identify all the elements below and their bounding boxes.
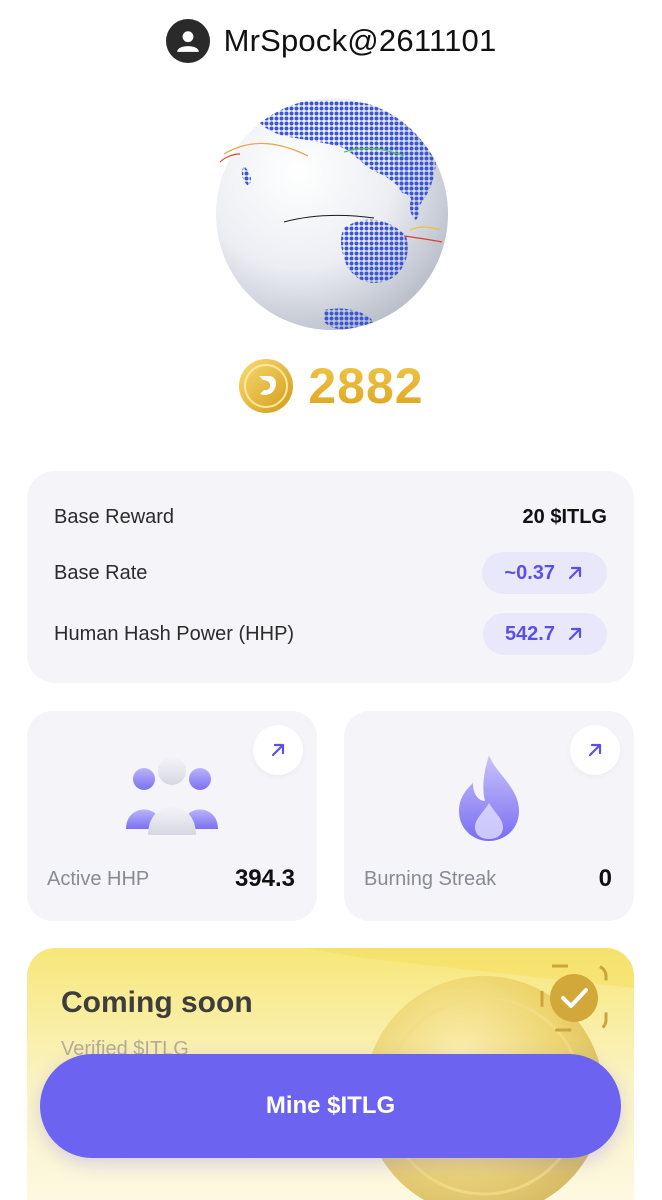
base-rate-label: Base Rate bbox=[54, 561, 148, 584]
coming-soon-title: Coming soon bbox=[61, 986, 253, 1019]
arrow-up-right-icon bbox=[568, 627, 582, 641]
base-reward-value: 20 $ITLG bbox=[522, 505, 607, 528]
mine-button[interactable]: Mine $ITLG bbox=[40, 1054, 621, 1158]
base-rate-pill[interactable]: ~0.37 bbox=[482, 552, 607, 594]
flame-icon bbox=[459, 755, 519, 841]
username: MrSpock@2611101 bbox=[223, 23, 497, 58]
hhp-label: Human Hash Power (HHP) bbox=[54, 622, 295, 645]
active-hhp-card[interactable]: Active HHP 394.3 bbox=[27, 711, 317, 921]
coin-icon bbox=[239, 359, 294, 413]
base-rate-value: ~0.37 bbox=[504, 561, 555, 584]
user-avatar-icon[interactable] bbox=[165, 19, 210, 63]
globe-illustration bbox=[216, 98, 448, 330]
base-reward-row: Base Reward 20 $ITLG bbox=[54, 495, 607, 539]
arrow-up-right-icon bbox=[568, 566, 582, 580]
burning-streak-label: Burning Streak bbox=[364, 868, 497, 890]
balance-value: 2882 bbox=[308, 358, 424, 414]
burning-streak-card[interactable]: Burning Streak 0 bbox=[344, 711, 634, 921]
balance-display: 2882 bbox=[0, 354, 662, 418]
users-icon bbox=[126, 757, 218, 835]
hhp-pill[interactable]: 542.7 bbox=[482, 613, 607, 655]
hhp-row: Human Hash Power (HHP) 542.7 bbox=[54, 612, 607, 656]
base-rate-row: Base Rate ~0.37 bbox=[54, 551, 607, 595]
mining-stats-card: Base Reward 20 $ITLG Base Rate ~0.37 Hum… bbox=[27, 471, 634, 683]
hhp-value: 542.7 bbox=[504, 622, 555, 645]
active-hhp-value: 394.3 bbox=[234, 865, 295, 892]
base-reward-label: Base Reward bbox=[54, 505, 175, 528]
burning-streak-value: 0 bbox=[598, 865, 612, 892]
active-hhp-label: Active HHP bbox=[47, 868, 150, 890]
profile-header: MrSpock@2611101 bbox=[0, 18, 662, 64]
